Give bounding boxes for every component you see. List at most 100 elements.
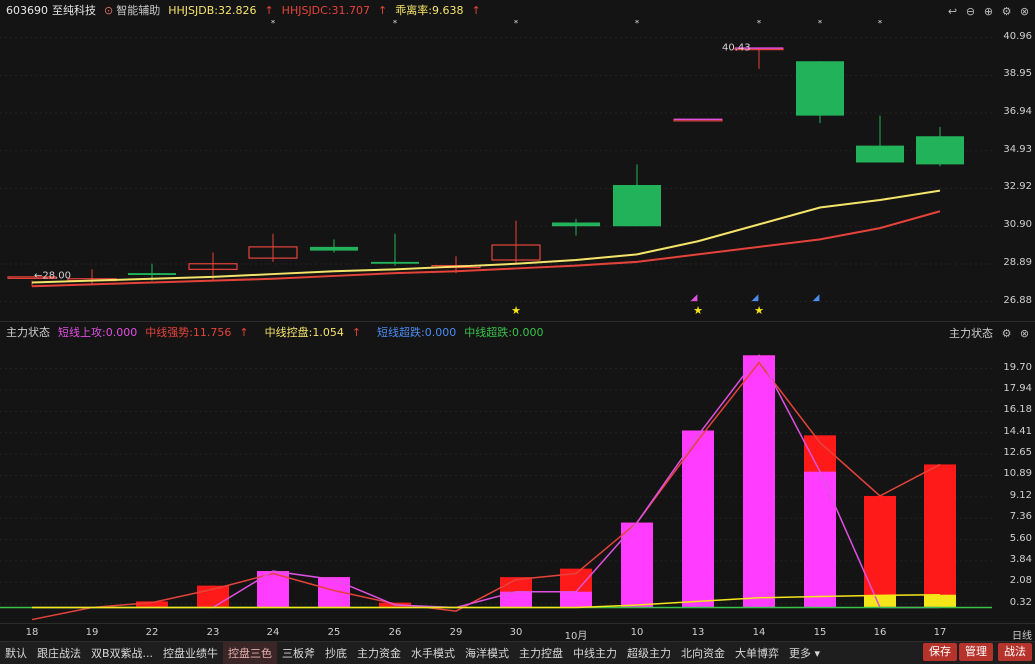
- tab-item[interactable]: 默认: [0, 642, 32, 664]
- candle-body: [128, 273, 176, 275]
- price-tick-label: 32.92: [1003, 181, 1032, 193]
- date-label: 10: [630, 627, 644, 638]
- indicator-panel-header: 主力状态 短线上攻:0.000 中线强势:11.756 ↑ 中线控盘:1.054 ↑…: [0, 322, 1035, 342]
- close-icon[interactable]: ⊗: [1018, 327, 1031, 340]
- assist-toggle-icon[interactable]: ⊙: [104, 4, 113, 17]
- date-label: 19: [85, 627, 99, 638]
- date-label: 15: [813, 627, 827, 638]
- value-tick-label: 0.32: [1009, 596, 1032, 608]
- assist-label[interactable]: 智能辅助: [116, 2, 160, 18]
- hhjsjdb-line: [31, 189, 941, 284]
- up-arrow-icon: ↑: [351, 326, 362, 339]
- tab-item[interactable]: 三板斧: [277, 642, 320, 664]
- axis-divider: [0, 623, 1035, 624]
- candle-body: [856, 145, 904, 163]
- value-tick-label: 3.84: [1009, 553, 1032, 565]
- marker-asterisk: *: [878, 20, 883, 29]
- date-label: 30: [509, 627, 523, 638]
- star-marker: ★: [511, 304, 521, 317]
- price-tick-label: 28.89: [1003, 256, 1032, 268]
- mid-strong-line: [31, 361, 941, 621]
- candle-body: [552, 222, 600, 227]
- value-tick-label: 19.70: [1003, 361, 1032, 373]
- legend-mid-control: 中线控盘:1.054 ↑: [265, 324, 369, 340]
- tab-item[interactable]: 大单博弈: [730, 642, 784, 664]
- indicator-hhjsjdc-text: HHJSJDC:31.707: [281, 3, 371, 17]
- plus-icon[interactable]: ⊕: [982, 5, 995, 18]
- marker-asterisk: *: [818, 20, 823, 29]
- indicator-hhjsjdb: HHJSJDB:32.826 ↑: [168, 4, 273, 17]
- stock-name[interactable]: 至纯科技: [52, 2, 96, 18]
- price-tick-label: 38.95: [1003, 68, 1032, 80]
- legend-mid-control-text: 中线控盘:1.054: [264, 326, 344, 339]
- date-label: 13: [691, 627, 705, 638]
- date-label: 29: [449, 627, 463, 638]
- marker-asterisk: *: [271, 20, 276, 29]
- manage-button[interactable]: 管理: [959, 643, 993, 661]
- price-tick-label: 30.90: [1003, 219, 1032, 231]
- indicator-panel-toolbar: 主力状态 ⚙ ⊗: [949, 323, 1031, 343]
- date-label: 26: [388, 627, 402, 638]
- tab-item[interactable]: 水手模式: [406, 642, 460, 664]
- tab-item[interactable]: 主力资金: [352, 642, 406, 664]
- tab-item[interactable]: 中线主力: [568, 642, 622, 664]
- price-tick-label: 34.93: [1003, 143, 1032, 155]
- flag-marker: ◢: [813, 293, 820, 303]
- tab-item[interactable]: 跟庄战法: [32, 642, 86, 664]
- up-arrow-icon: ↑: [471, 4, 481, 17]
- tab-item[interactable]: 海洋模式: [460, 642, 514, 664]
- tab-item[interactable]: 更多 ▾: [784, 642, 825, 664]
- return-icon[interactable]: ↩: [946, 5, 959, 18]
- indicator-chart[interactable]: [0, 342, 992, 622]
- tab-item[interactable]: 控盘业绩牛: [158, 642, 223, 664]
- high-price-label: 40.43: [722, 43, 751, 54]
- price-tick-label: 26.88: [1003, 294, 1032, 306]
- legend-mid-oversold: 中线超跌:0.000: [464, 326, 544, 339]
- minus-icon[interactable]: ⊖: [964, 5, 977, 18]
- gear-icon[interactable]: ⚙: [1000, 5, 1013, 18]
- candle-body: [796, 61, 844, 116]
- date-label: 22: [145, 627, 159, 638]
- value-tick-label: 2.08: [1009, 575, 1032, 587]
- tab-item[interactable]: 北向资金: [676, 642, 730, 664]
- indicator-panel-right-title[interactable]: 主力状态: [949, 325, 993, 341]
- marker-asterisk: *: [757, 20, 762, 29]
- value-tick-label: 10.89: [1003, 468, 1032, 480]
- indicator-hhjsjdc: HHJSJDC:31.707 ↑: [282, 4, 388, 17]
- close-icon[interactable]: ⊗: [1018, 5, 1031, 18]
- tab-item[interactable]: 双B双紫战...: [86, 642, 158, 664]
- candle-body: [371, 261, 419, 264]
- low-price-label: ←28.00: [34, 271, 71, 282]
- price-panel-toolbar: ↩ ⊖ ⊕ ⚙ ⊗: [946, 1, 1031, 21]
- candle-body: [613, 185, 661, 227]
- tab-item[interactable]: 主力控盘: [514, 642, 568, 664]
- short-attack-bar: [804, 471, 836, 608]
- up-arrow-icon: ↑: [264, 3, 274, 17]
- flag-marker: ◢: [752, 293, 759, 303]
- legend-mid-strong-text: 中线强势:11.756: [145, 326, 232, 339]
- marker-asterisk: *: [514, 20, 519, 29]
- gear-icon[interactable]: ⚙: [1000, 327, 1013, 340]
- date-label: 14: [752, 627, 766, 638]
- up-arrow-icon: ↑: [239, 326, 249, 339]
- save-button[interactable]: 保存: [923, 643, 957, 661]
- marker-asterisk: *: [393, 20, 398, 29]
- indicator-panel-title[interactable]: 主力状态: [6, 324, 50, 340]
- tab-item[interactable]: 超级主力: [622, 642, 676, 664]
- up-arrow-icon: ↑: [378, 3, 388, 17]
- period-label[interactable]: 日线: [1012, 627, 1032, 642]
- price-chart[interactable]: * * * * * * *←28.0040.43★ ★ ★◢ ◢ ◢: [0, 20, 992, 320]
- star-marker: ★: [754, 304, 764, 317]
- candle-body: [310, 246, 358, 251]
- stock-code[interactable]: 603690: [6, 4, 48, 17]
- price-panel-header: 603690 至纯科技 ⊙ 智能辅助 HHJSJDB:32.826 ↑ HHJSJ…: [0, 0, 1035, 20]
- tab-item[interactable]: 控盘三色: [223, 641, 278, 664]
- value-tick-label: 9.12: [1009, 489, 1032, 501]
- strategy-button[interactable]: 战法: [998, 643, 1032, 661]
- tab-item[interactable]: 抄底: [320, 642, 352, 664]
- date-label: 25: [327, 627, 341, 638]
- mid-control-line: [32, 593, 941, 609]
- value-tick-label: 7.36: [1009, 511, 1032, 523]
- date-label: 24: [266, 627, 280, 638]
- short-attack-bar: [743, 355, 775, 608]
